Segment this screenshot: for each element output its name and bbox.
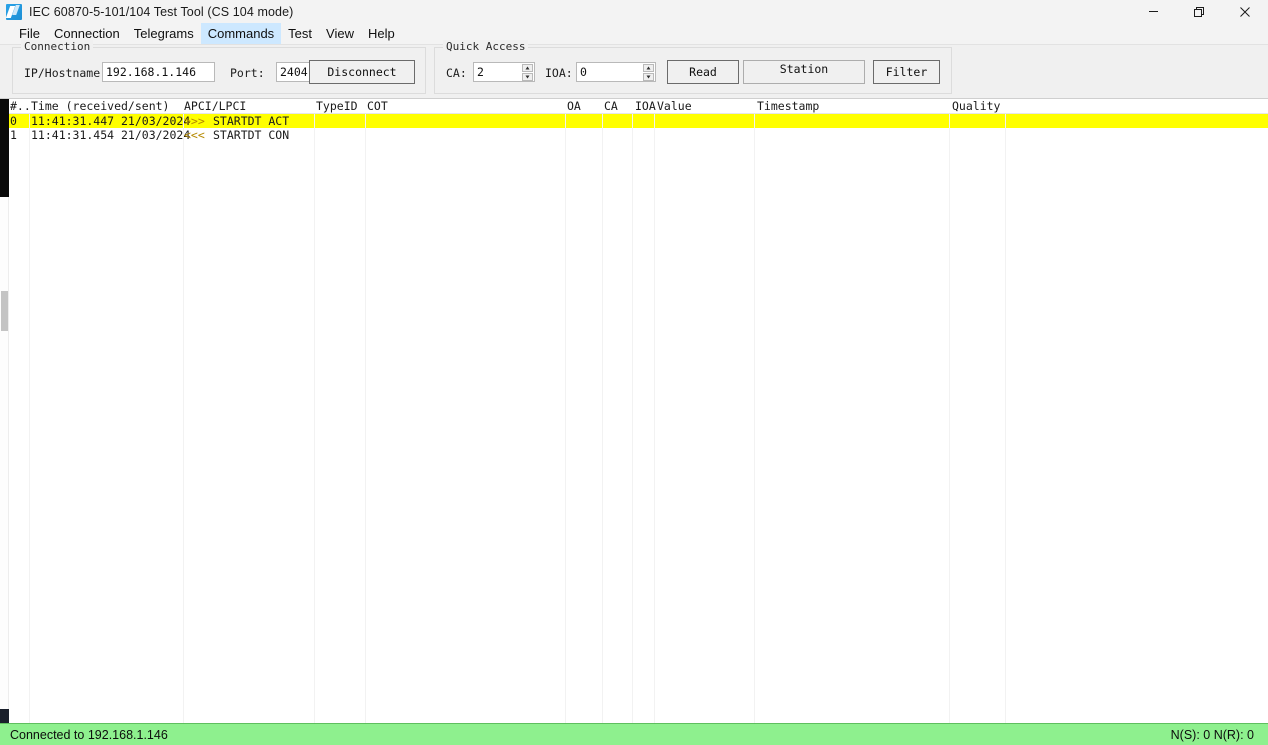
ioa-spin-arrows[interactable] xyxy=(643,63,654,81)
column-header-ioa[interactable]: IOA xyxy=(635,99,656,114)
column-separator xyxy=(632,114,633,723)
table-row[interactable]: 0 11:41:31.447 21/03/2024 >>> STARTDT AC… xyxy=(9,114,1268,128)
connection-group: Connection IP/Hostname: Port: Disconnect xyxy=(12,40,426,94)
menu-bar: File Connection Telegrams Commands Test … xyxy=(0,23,1268,44)
ioa-spin-up-icon[interactable] xyxy=(643,63,654,72)
column-header-timestamp[interactable]: Timestamp xyxy=(757,99,819,114)
cell-direction: >>> xyxy=(184,114,205,128)
quick-access-group-title: Quick Access xyxy=(443,40,529,53)
window-title: IEC 60870-5-101/104 Test Tool (CS 104 mo… xyxy=(29,4,294,19)
menu-item-telegrams[interactable]: Telegrams xyxy=(127,23,201,44)
column-header-cot[interactable]: COT xyxy=(367,99,388,114)
column-header-ca[interactable]: CA xyxy=(604,99,618,114)
scrollbar-track-bottom xyxy=(0,709,9,723)
cell-apci-lpci: STARTDT ACT xyxy=(213,114,290,128)
column-separator xyxy=(183,114,184,723)
title-bar: IEC 60870-5-101/104 Test Tool (CS 104 mo… xyxy=(0,0,1268,23)
menu-item-view[interactable]: View xyxy=(319,23,361,44)
ca-spin-arrows[interactable] xyxy=(522,63,533,81)
cell-time: 11:41:31.447 21/03/2024 xyxy=(31,114,191,128)
cell-index: 1 xyxy=(10,128,17,142)
sequence-counters: N(S): 0 N(R): 0 xyxy=(1170,727,1254,742)
column-separator xyxy=(29,114,30,723)
ca-spin-down-icon[interactable] xyxy=(522,72,533,81)
column-header-apci-lpci[interactable]: APCI/LPCI xyxy=(184,99,246,114)
vertical-scrollbar[interactable] xyxy=(0,99,9,723)
status-bar: Connected to 192.168.1.146 N(S): 0 N(R):… xyxy=(0,723,1268,745)
table-row[interactable]: 1 11:41:31.454 21/03/2024 <<< STARTDT CO… xyxy=(9,128,1268,142)
grid-rows: 0 11:41:31.447 21/03/2024 >>> STARTDT AC… xyxy=(9,114,1268,142)
ioa-stepper[interactable] xyxy=(576,62,656,82)
ioa-spin-down-icon[interactable] xyxy=(643,72,654,81)
column-separator xyxy=(949,114,950,723)
toolbar: Connection IP/Hostname: Port: Disconnect… xyxy=(0,40,1268,99)
read-button[interactable]: Read xyxy=(667,60,739,84)
telegram-grid[interactable]: #.. Time (received/sent) APCI/LPCI TypeI… xyxy=(9,99,1268,723)
maximize-restore-icon[interactable] xyxy=(1176,0,1222,23)
ca-spin-up-icon[interactable] xyxy=(522,63,533,72)
ca-label: CA: xyxy=(446,66,467,80)
column-header-oa[interactable]: OA xyxy=(567,99,581,114)
port-label: Port: xyxy=(230,66,265,80)
telegram-grid-area: #.. Time (received/sent) APCI/LPCI TypeI… xyxy=(0,99,1268,723)
column-header-time[interactable]: Time (received/sent) xyxy=(31,99,169,114)
application-window: IEC 60870-5-101/104 Test Tool (CS 104 mo… xyxy=(0,0,1268,745)
scrollbar-track-top xyxy=(0,99,9,197)
ca-stepper[interactable] xyxy=(473,62,535,82)
column-header-value[interactable]: Value xyxy=(657,99,692,114)
close-icon[interactable] xyxy=(1222,0,1268,23)
ip-hostname-input[interactable] xyxy=(102,62,215,82)
status-message: Connected to 192.168.1.146 xyxy=(10,727,168,742)
app-icon xyxy=(6,3,22,20)
column-separator xyxy=(654,114,655,723)
minimize-icon[interactable] xyxy=(1130,0,1176,23)
cell-time: 11:41:31.454 21/03/2024 xyxy=(31,128,191,142)
ioa-label: IOA: xyxy=(545,66,573,80)
ip-hostname-label: IP/Hostname: xyxy=(24,66,108,80)
disconnect-button[interactable]: Disconnect xyxy=(309,60,415,84)
column-separator xyxy=(602,114,603,723)
column-header-index[interactable]: #.. xyxy=(10,99,31,114)
column-header-quality[interactable]: Quality xyxy=(952,99,1000,114)
column-separator xyxy=(754,114,755,723)
column-separator xyxy=(365,114,366,723)
station-button[interactable]: Station xyxy=(743,60,865,84)
connection-group-title: Connection xyxy=(21,40,94,53)
column-header-typeid[interactable]: TypeID xyxy=(316,99,358,114)
menu-item-help[interactable]: Help xyxy=(361,23,402,44)
cell-direction: <<< xyxy=(184,128,205,142)
cell-index: 0 xyxy=(10,114,17,128)
menu-item-commands[interactable]: Commands xyxy=(200,23,282,44)
grid-header: #.. Time (received/sent) APCI/LPCI TypeI… xyxy=(9,99,1268,114)
filter-button[interactable]: Filter xyxy=(873,60,940,84)
column-separator xyxy=(314,114,315,723)
cell-apci-lpci: STARTDT CON xyxy=(213,128,290,142)
window-controls xyxy=(1130,0,1268,23)
column-separator xyxy=(1005,114,1006,723)
menu-item-test[interactable]: Test xyxy=(281,23,319,44)
quick-access-group: Quick Access CA: IOA: xyxy=(434,40,952,94)
scrollbar-thumb[interactable] xyxy=(1,291,8,331)
column-separator xyxy=(565,114,566,723)
